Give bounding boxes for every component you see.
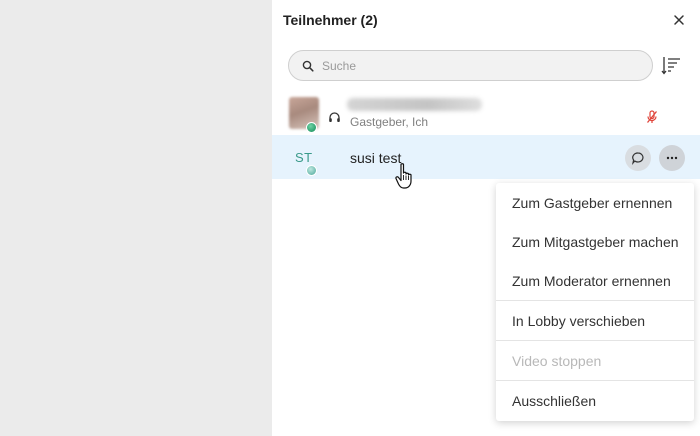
- chat-button[interactable]: [625, 145, 651, 171]
- participant-row-host[interactable]: Gastgeber, Ich: [272, 94, 700, 138]
- headset-icon: [329, 112, 340, 122]
- panel-title: Teilnehmer (2): [283, 12, 378, 28]
- more-dots-icon: [666, 156, 678, 160]
- search-icon: [302, 60, 314, 72]
- chat-bubble-icon: [631, 152, 644, 165]
- sort-button[interactable]: [660, 54, 682, 76]
- participant-row-susi[interactable]: ST susi test: [272, 135, 700, 179]
- panel-header: Teilnehmer (2): [272, 0, 700, 42]
- menu-item-stop-video: Video stoppen: [512, 353, 602, 369]
- menu-item-make-host[interactable]: Zum Gastgeber ernennen: [496, 183, 694, 223]
- participant-role: Gastgeber, Ich: [350, 115, 429, 129]
- video-area: [0, 0, 272, 436]
- participant-name-redacted: [347, 98, 482, 111]
- participant-context-menu: Zum Gastgeber ernennen Zum Mitgastgeber …: [496, 183, 694, 421]
- participant-name: susi test: [350, 150, 402, 166]
- search-input[interactable]: [322, 55, 642, 77]
- close-button[interactable]: [670, 11, 688, 29]
- more-options-button[interactable]: [659, 145, 685, 171]
- menu-item-make-cohost[interactable]: Zum Mitgastgeber machen: [496, 222, 694, 262]
- avatar-initials: ST: [295, 150, 313, 165]
- menu-item-remove[interactable]: Ausschließen: [496, 381, 694, 421]
- close-icon: [674, 15, 684, 25]
- status-indicator: [306, 122, 317, 133]
- status-indicator: [306, 165, 317, 176]
- sort-list-icon: [661, 57, 680, 75]
- mic-off-icon[interactable]: [646, 110, 658, 124]
- menu-item-move-to-lobby[interactable]: In Lobby verschieben: [496, 301, 694, 341]
- menu-item-make-moderator[interactable]: Zum Moderator ernennen: [496, 261, 694, 301]
- search-box[interactable]: [288, 50, 653, 81]
